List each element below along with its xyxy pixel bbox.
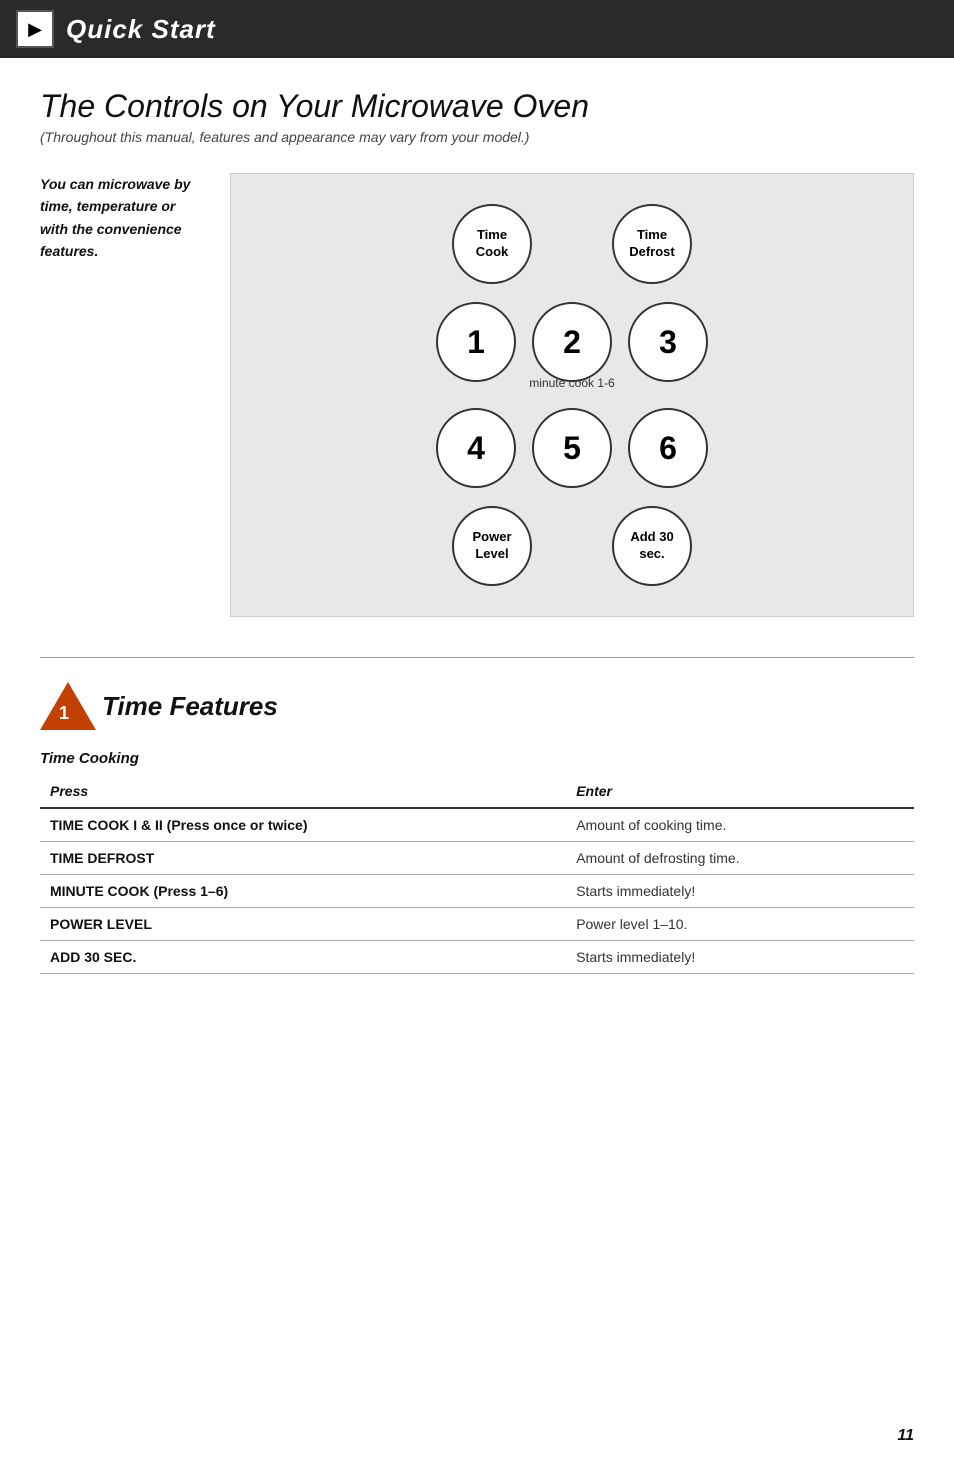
num3-button[interactable]: 3 [628, 302, 708, 382]
enter-cell: Starts immediately! [566, 941, 914, 974]
enter-cell: Starts immediately! [566, 875, 914, 908]
section-number: 1 [59, 703, 69, 724]
add30-button[interactable]: Add 30sec. [612, 506, 692, 586]
press-cell: ADD 30 SEC. [40, 941, 566, 974]
header: ▶ Quick Start [0, 0, 954, 58]
table-header-row: Press Enter [40, 775, 914, 808]
table-row: TIME COOK I & II (Press once or twice)Am… [40, 808, 914, 842]
power-level-button[interactable]: PowerLevel [452, 506, 532, 586]
divider [40, 657, 914, 658]
num4-button[interactable]: 4 [436, 408, 516, 488]
num2-button[interactable]: 2 [532, 302, 612, 382]
top-btn-row: TimeCook TimeDefrost [251, 204, 893, 284]
time-cook-button[interactable]: TimeCook [452, 204, 532, 284]
quick-start-icon: ▶ [28, 19, 42, 40]
table-row: TIME DEFROSTAmount of defrosting time. [40, 842, 914, 875]
press-cell: TIME DEFROST [40, 842, 566, 875]
page-number: 11 [897, 1427, 914, 1445]
page-subtitle: (Throughout this manual, features and ap… [40, 129, 914, 145]
controls-panel: TimeCook TimeDefrost 1 2 3 minute cook 1… [230, 173, 914, 617]
num-row-2: 4 5 6 [436, 408, 708, 488]
enter-cell: Amount of defrosting time. [566, 842, 914, 875]
section-badge: 1 [40, 682, 88, 730]
table-body: TIME COOK I & II (Press once or twice)Am… [40, 808, 914, 974]
num1-button[interactable]: 1 [436, 302, 516, 382]
subsection-title: Time Cooking [40, 750, 914, 767]
num6-button[interactable]: 6 [628, 408, 708, 488]
bottom-btn-row: PowerLevel Add 30sec. [251, 506, 893, 586]
features-table: Press Enter TIME COOK I & II (Press once… [40, 775, 914, 974]
enter-cell: Power level 1–10. [566, 908, 914, 941]
description-text: You can microwave by time, temperature o… [40, 173, 200, 263]
num5-button[interactable]: 5 [532, 408, 612, 488]
table-row: MINUTE COOK (Press 1–6)Starts immediatel… [40, 875, 914, 908]
table-row: ADD 30 SEC.Starts immediately! [40, 941, 914, 974]
header-title: Quick Start [66, 14, 216, 45]
table-row: POWER LEVELPower level 1–10. [40, 908, 914, 941]
controls-section: You can microwave by time, temperature o… [40, 173, 914, 617]
minute-cook-label: minute cook 1-6 [529, 376, 614, 390]
press-cell: POWER LEVEL [40, 908, 566, 941]
press-cell: TIME COOK I & II (Press once or twice) [40, 808, 566, 842]
controls-description: You can microwave by time, temperature o… [40, 173, 200, 617]
time-defrost-button[interactable]: TimeDefrost [612, 204, 692, 284]
section1-heading: 1 Time Features [40, 682, 914, 730]
col2-header: Enter [566, 775, 914, 808]
enter-cell: Amount of cooking time. [566, 808, 914, 842]
section1-title: Time Features [102, 691, 278, 722]
num-row-1: 1 2 3 [436, 302, 708, 382]
header-icon: ▶ [16, 10, 54, 48]
page-title: The Controls on Your Microwave Oven [40, 88, 914, 125]
col1-header: Press [40, 775, 566, 808]
press-cell: MINUTE COOK (Press 1–6) [40, 875, 566, 908]
main-content: The Controls on Your Microwave Oven (Thr… [0, 58, 954, 1004]
